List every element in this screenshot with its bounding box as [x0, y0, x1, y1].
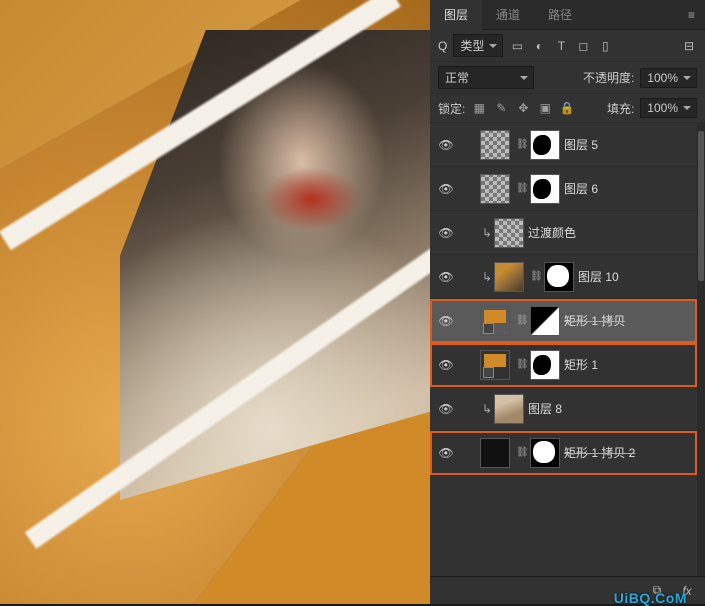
visibility-toggle[interactable]: 👁 — [430, 138, 462, 152]
lock-position-icon[interactable]: ✥ — [515, 100, 531, 116]
layer-name[interactable]: 矩形 1 — [564, 356, 598, 373]
opacity-label: 不透明度: — [583, 69, 634, 86]
visibility-toggle[interactable]: 👁 — [430, 446, 462, 460]
link-icon[interactable]: ⛓ — [530, 271, 542, 282]
filter-image-icon[interactable]: ▭ — [509, 38, 525, 54]
link-icon[interactable]: ⛓ — [516, 183, 528, 194]
visibility-toggle[interactable]: 👁 — [430, 182, 462, 196]
clip-indicator-icon: ↳ — [480, 270, 494, 284]
layer-thumbnail[interactable] — [480, 174, 510, 204]
layer-row[interactable]: 👁 ⛓ 矩形 1 拷贝 2 — [430, 431, 697, 475]
lock-artboard-icon[interactable]: ▣ — [537, 100, 553, 116]
layer-row[interactable]: 👁 ↳ ⛓ 图层 10 — [430, 255, 697, 299]
filter-shape-icon[interactable]: ◻ — [575, 38, 591, 54]
visibility-toggle[interactable]: 👁 — [430, 226, 462, 240]
opacity-value[interactable]: 100% — [640, 68, 697, 88]
layer-thumbnail[interactable] — [480, 438, 510, 468]
tab-layers[interactable]: 图层 — [430, 0, 482, 30]
fill-value[interactable]: 100% — [640, 98, 697, 118]
visibility-toggle[interactable]: 👁 — [430, 358, 462, 372]
link-icon[interactable]: ⛓ — [516, 315, 528, 326]
clip-indicator-icon: ↳ — [480, 226, 494, 240]
layers-scrollbar[interactable] — [697, 123, 705, 576]
blend-mode-select[interactable]: 正常 — [438, 66, 534, 89]
layer-name[interactable]: 图层 8 — [528, 400, 562, 417]
layer-row[interactable]: 👁 ⛓ 矩形 1 — [430, 343, 697, 387]
layer-mask-thumbnail[interactable] — [530, 306, 560, 336]
lock-brush-icon[interactable]: ✎ — [493, 100, 509, 116]
layer-row[interactable]: 👁 ⛓ 图层 6 — [430, 167, 697, 211]
filter-row: Q 类型 ▭ ◐ T ◻ ▯ ⊟ — [430, 30, 705, 62]
filter-toggle-icon[interactable]: ⊟ — [681, 38, 697, 54]
scrollbar-thumb[interactable] — [698, 131, 704, 281]
panel-tabs: 图层 通道 路径 ≡ — [430, 0, 705, 30]
layer-mask-thumbnail[interactable] — [530, 438, 560, 468]
layer-row[interactable]: 👁 ↳ 过渡颜色 — [430, 211, 697, 255]
filter-adjust-icon[interactable]: ◐ — [531, 38, 547, 54]
layer-row[interactable]: 👁 ⛓ 矩形 1 拷贝 — [430, 299, 697, 343]
layer-thumbnail[interactable] — [494, 394, 524, 424]
visibility-toggle[interactable]: 👁 — [430, 402, 462, 416]
filter-type-icon[interactable]: T — [553, 38, 569, 54]
fill-label: 填充: — [607, 100, 634, 117]
layer-thumbnail[interactable] — [494, 262, 524, 292]
lock-pixels-icon[interactable]: ▦ — [471, 100, 487, 116]
lock-label: 锁定: — [438, 100, 465, 117]
layer-name[interactable]: 过渡颜色 — [528, 224, 576, 241]
filter-type-select[interactable]: 类型 — [453, 34, 503, 57]
link-icon[interactable]: ⛓ — [516, 139, 528, 150]
layer-mask-thumbnail[interactable] — [530, 350, 560, 380]
filter-smart-icon[interactable]: ▯ — [597, 38, 613, 54]
layers-list: 👁 ⛓ 图层 5 👁 ⛓ 图层 6 👁 ↳ 过渡颜色 👁 ↳ ⛓ 图层 10 👁 ⛓ 矩形 1 拷贝 👁 ⛓ 矩形 … — [430, 123, 705, 576]
visibility-toggle[interactable]: 👁 — [430, 314, 462, 328]
lock-all-icon[interactable]: 🔒 — [559, 100, 575, 116]
layer-thumbnail[interactable] — [480, 130, 510, 160]
filter-prefix: Q — [438, 39, 447, 53]
layer-name[interactable]: 矩形 1 拷贝 — [564, 312, 625, 329]
layer-row[interactable]: 👁 ⛓ 图层 5 — [430, 123, 697, 167]
layer-name[interactable]: 矩形 1 拷贝 2 — [564, 444, 635, 461]
lock-row: 锁定: ▦ ✎ ✥ ▣ 🔒 填充: 100% — [430, 94, 705, 123]
clip-indicator-icon: ↳ — [480, 402, 494, 416]
link-icon[interactable]: ⛓ — [516, 447, 528, 458]
layer-mask-thumbnail[interactable] — [530, 174, 560, 204]
layer-mask-thumbnail[interactable] — [530, 130, 560, 160]
layer-thumbnail[interactable] — [494, 218, 524, 248]
link-icon[interactable]: ⛓ — [516, 359, 528, 370]
document-canvas[interactable] — [0, 0, 430, 604]
layer-thumbnail[interactable] — [480, 350, 510, 380]
visibility-toggle[interactable]: 👁 — [430, 270, 462, 284]
layer-name[interactable]: 图层 5 — [564, 136, 598, 153]
layer-name[interactable]: 图层 6 — [564, 180, 598, 197]
layer-name[interactable]: 图层 10 — [578, 268, 619, 285]
blend-row: 正常 不透明度: 100% — [430, 62, 705, 94]
tab-channels[interactable]: 通道 — [482, 0, 534, 30]
layer-thumbnail[interactable] — [480, 306, 510, 336]
panel-menu-icon[interactable]: ≡ — [678, 8, 705, 22]
tab-paths[interactable]: 路径 — [534, 0, 586, 30]
layer-mask-thumbnail[interactable] — [544, 262, 574, 292]
layers-panel: 图层 通道 路径 ≡ Q 类型 ▭ ◐ T ◻ ▯ ⊟ 正常 不透明度: 100… — [430, 0, 705, 604]
layer-row[interactable]: 👁 ↳ 图层 8 — [430, 387, 697, 431]
